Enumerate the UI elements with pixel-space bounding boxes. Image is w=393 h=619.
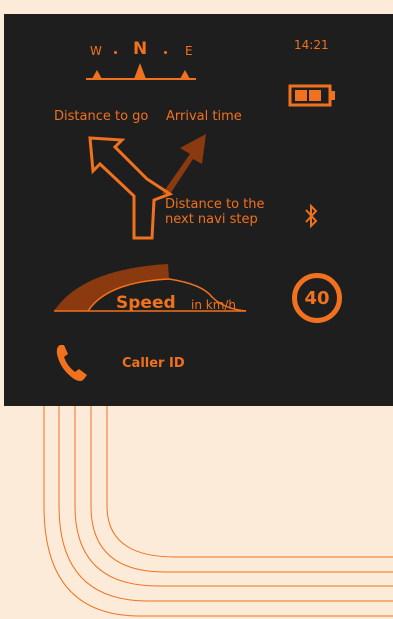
distance-to-go-label: Distance to go — [54, 109, 149, 124]
turn-left-fork-icon — [88, 134, 206, 240]
page: W N E 14:21 Distance to go Arrival time — [0, 0, 393, 619]
compass-dot — [114, 51, 117, 54]
battery-icon — [288, 84, 335, 107]
decorative-curved-lines — [43, 406, 393, 617]
next-navi-step-label: Distance to the next navi step — [165, 197, 265, 227]
clock-time: 14:21 — [294, 38, 329, 52]
phone-icon[interactable] — [54, 341, 94, 385]
compass-north-label: N — [133, 39, 148, 59]
hud-display: W N E 14:21 Distance to go Arrival time — [4, 14, 393, 406]
speed-unit-label: in km/h — [191, 298, 237, 312]
speed-limit-sign: 40 — [292, 273, 342, 323]
compass-dot — [164, 51, 167, 54]
compass-east-label: E — [185, 44, 193, 58]
compass-scale — [86, 63, 196, 80]
compass-west-label: W — [90, 44, 102, 58]
arrival-time-label: Arrival time — [166, 109, 242, 124]
speed-limit-value: 40 — [304, 287, 330, 309]
bluetooth-icon — [305, 203, 318, 229]
speed-label: Speed — [116, 293, 176, 313]
caller-id-label: Caller ID — [122, 356, 185, 371]
